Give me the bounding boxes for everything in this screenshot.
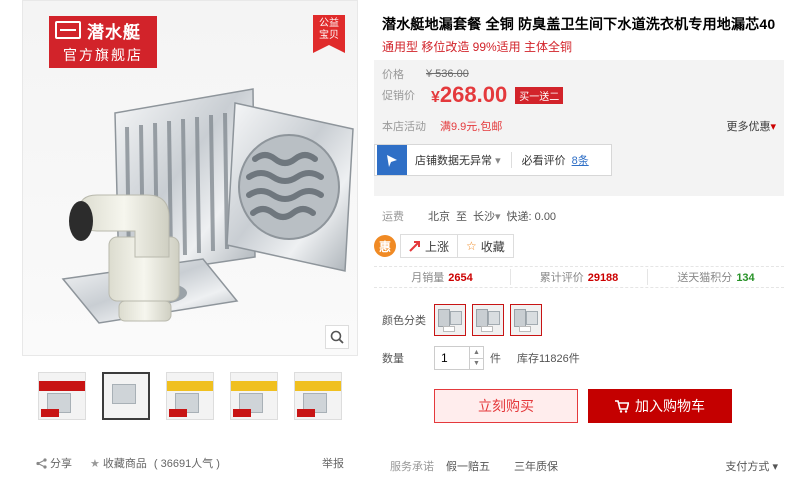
stats-bar: 月销量 2654 累计评价 29188 送天猫积分 134 — [374, 266, 784, 288]
color-option-row: 颜色分类 — [382, 304, 548, 336]
increase-icon[interactable]: ▲ — [470, 347, 483, 358]
orig-price: ¥ 536.00 — [426, 68, 469, 80]
monthly-sales-label: 月销量 — [411, 272, 445, 284]
store-data-status[interactable]: 店铺数据无异常 ▾ — [415, 152, 501, 168]
activity-value: 满9.9元,包邮 — [440, 121, 503, 133]
review-label: 必看评价 — [521, 155, 566, 167]
color-swatch-3[interactable] — [510, 304, 542, 336]
trend-box: 上涨 ☆ 收藏 — [400, 234, 514, 258]
current-price: ¥268.00 — [431, 82, 507, 108]
payment-methods-link[interactable]: 支付方式 ▾ — [725, 458, 778, 474]
promo-price-label: 促销价 — [382, 90, 415, 102]
reviews-value: 29188 — [587, 272, 619, 284]
store-data-text: 店铺数据无异常 — [415, 155, 492, 167]
collect-button[interactable]: ★ 收藏商品 ( 36691人气 ) — [90, 455, 220, 471]
report-link[interactable]: 举报 — [322, 455, 344, 471]
discount-badge: 惠 — [374, 235, 396, 257]
points-value: 134 — [736, 272, 755, 284]
service-promise-row: 服务承诺 假一赔五 三年质保 支付方式 ▾ — [390, 458, 778, 474]
chevron-down-icon: ▾ — [770, 121, 776, 133]
monthly-sales-value: 2654 — [448, 272, 473, 284]
chevron-down-icon: ▾ — [772, 461, 778, 473]
promo-tag: 买一送二 — [515, 86, 564, 104]
store-data-bar: 店铺数据无异常 ▾ 必看评价 8条 — [374, 144, 612, 176]
store-check-icon — [377, 145, 407, 175]
color-swatch-1[interactable] — [434, 304, 466, 336]
share-label: 分享 — [50, 458, 72, 470]
popularity-count: ( 36691人气 ) — [153, 458, 220, 470]
thumbnail-strip — [38, 372, 342, 420]
thumbnail-1[interactable] — [38, 372, 86, 420]
thumbnail-4[interactable] — [230, 372, 278, 420]
more-promo-link[interactable]: 更多优惠▾ — [726, 118, 776, 134]
ship-from: 北京 — [428, 211, 450, 223]
caret-down-icon: ▾ — [495, 211, 501, 223]
price-up-button[interactable]: 上涨 — [401, 235, 457, 257]
quantity-stepper[interactable]: ▲ ▼ — [470, 346, 484, 370]
stock-count: 库存11826件 — [517, 353, 580, 365]
promise-item-2[interactable]: 三年质保 — [514, 458, 558, 474]
favorite-button[interactable]: ☆ 收藏 — [457, 235, 513, 257]
ship-to: 长沙 — [473, 211, 495, 223]
promise-label: 服务承诺 — [390, 461, 434, 473]
share-icon — [36, 457, 47, 469]
activity-label: 本店活动 — [382, 121, 426, 133]
reviews-label: 累计评价 — [539, 272, 584, 284]
product-info: 潜水艇地漏套餐 全铜 防臭盖卫生间下水道洗衣机专用地漏芯40 通用型 移位改造 … — [374, 0, 784, 473]
add-to-cart-label: 加入购物车 — [635, 398, 705, 414]
shipping-label: 运费 — [382, 211, 404, 223]
thumbnail-2[interactable] — [102, 372, 150, 420]
promise-item-1[interactable]: 假一赔五 — [446, 458, 490, 474]
product-title: 潜水艇地漏套餐 全铜 防臭盖卫生间下水道洗衣机专用地漏芯40 — [382, 16, 776, 32]
zoom-icon[interactable] — [325, 325, 349, 349]
star-icon: ★ — [90, 457, 100, 470]
quantity-input[interactable] — [434, 346, 470, 370]
product-main-image[interactable]: 潜水艇 官方旗舰店 公益 宝贝 — [22, 0, 358, 356]
divider — [510, 152, 512, 168]
floor-drain-illustration — [61, 88, 354, 324]
favorite-label: 收藏 — [480, 239, 505, 254]
shipping-row: 运费 北京 至 长沙▾ 快递: 0.00 — [382, 208, 556, 224]
star-outline-icon: ☆ — [466, 239, 477, 253]
ship-to-word: 至 — [456, 211, 467, 223]
thumbnail-3[interactable] — [166, 372, 214, 420]
quantity-row: 数量 ▲ ▼ 件 库存11826件 — [382, 346, 580, 370]
orig-price-label: 价格 — [382, 69, 404, 81]
review-count-link[interactable]: 8条 — [572, 152, 589, 168]
more-promo-label: 更多优惠 — [726, 121, 771, 133]
collect-label: 收藏商品 — [102, 458, 147, 470]
quantity-unit: 件 — [490, 353, 501, 365]
share-button[interactable]: 分享 — [36, 455, 72, 471]
cart-icon — [615, 399, 629, 413]
thumbnail-5[interactable] — [294, 372, 342, 420]
price-up-label: 上涨 — [425, 239, 450, 254]
add-to-cart-button[interactable]: 加入购物车 — [588, 389, 732, 423]
payment-label: 支付方式 — [725, 461, 770, 473]
left-footer: 分享 ★ 收藏商品 ( 36691人气 ) 举报 — [36, 455, 344, 471]
color-swatch-2[interactable] — [472, 304, 504, 336]
stat-points: 送天猫积分 134 — [647, 269, 784, 285]
price-panel: 价格 ¥ 536.00 促销价 ¥268.00 买一送二 本店活动 满9.9元,… — [374, 60, 784, 196]
buy-now-button[interactable]: 立刻购买 — [434, 389, 578, 423]
product-subtitle: 通用型 移位改造 99%适用 主体全铜 — [382, 40, 573, 54]
trend-up-icon — [409, 241, 420, 252]
ship-fee: 快递: 0.00 — [506, 211, 557, 223]
decrease-icon[interactable]: ▼ — [470, 357, 483, 370]
current-price-value: 268.00 — [439, 82, 508, 107]
quantity-label: 数量 — [382, 353, 404, 365]
trend-row: 惠 上涨 ☆ 收藏 — [374, 234, 514, 258]
yen-sign: ¥ — [431, 89, 440, 106]
ship-to-select[interactable]: 长沙▾ — [473, 208, 501, 224]
points-label: 送天猫积分 — [677, 272, 733, 284]
color-label: 颜色分类 — [382, 315, 426, 327]
stat-monthly-sales: 月销量 2654 — [374, 269, 510, 285]
caret-down-icon: ▾ — [495, 155, 501, 167]
stat-reviews[interactable]: 累计评价 29188 — [510, 269, 647, 285]
